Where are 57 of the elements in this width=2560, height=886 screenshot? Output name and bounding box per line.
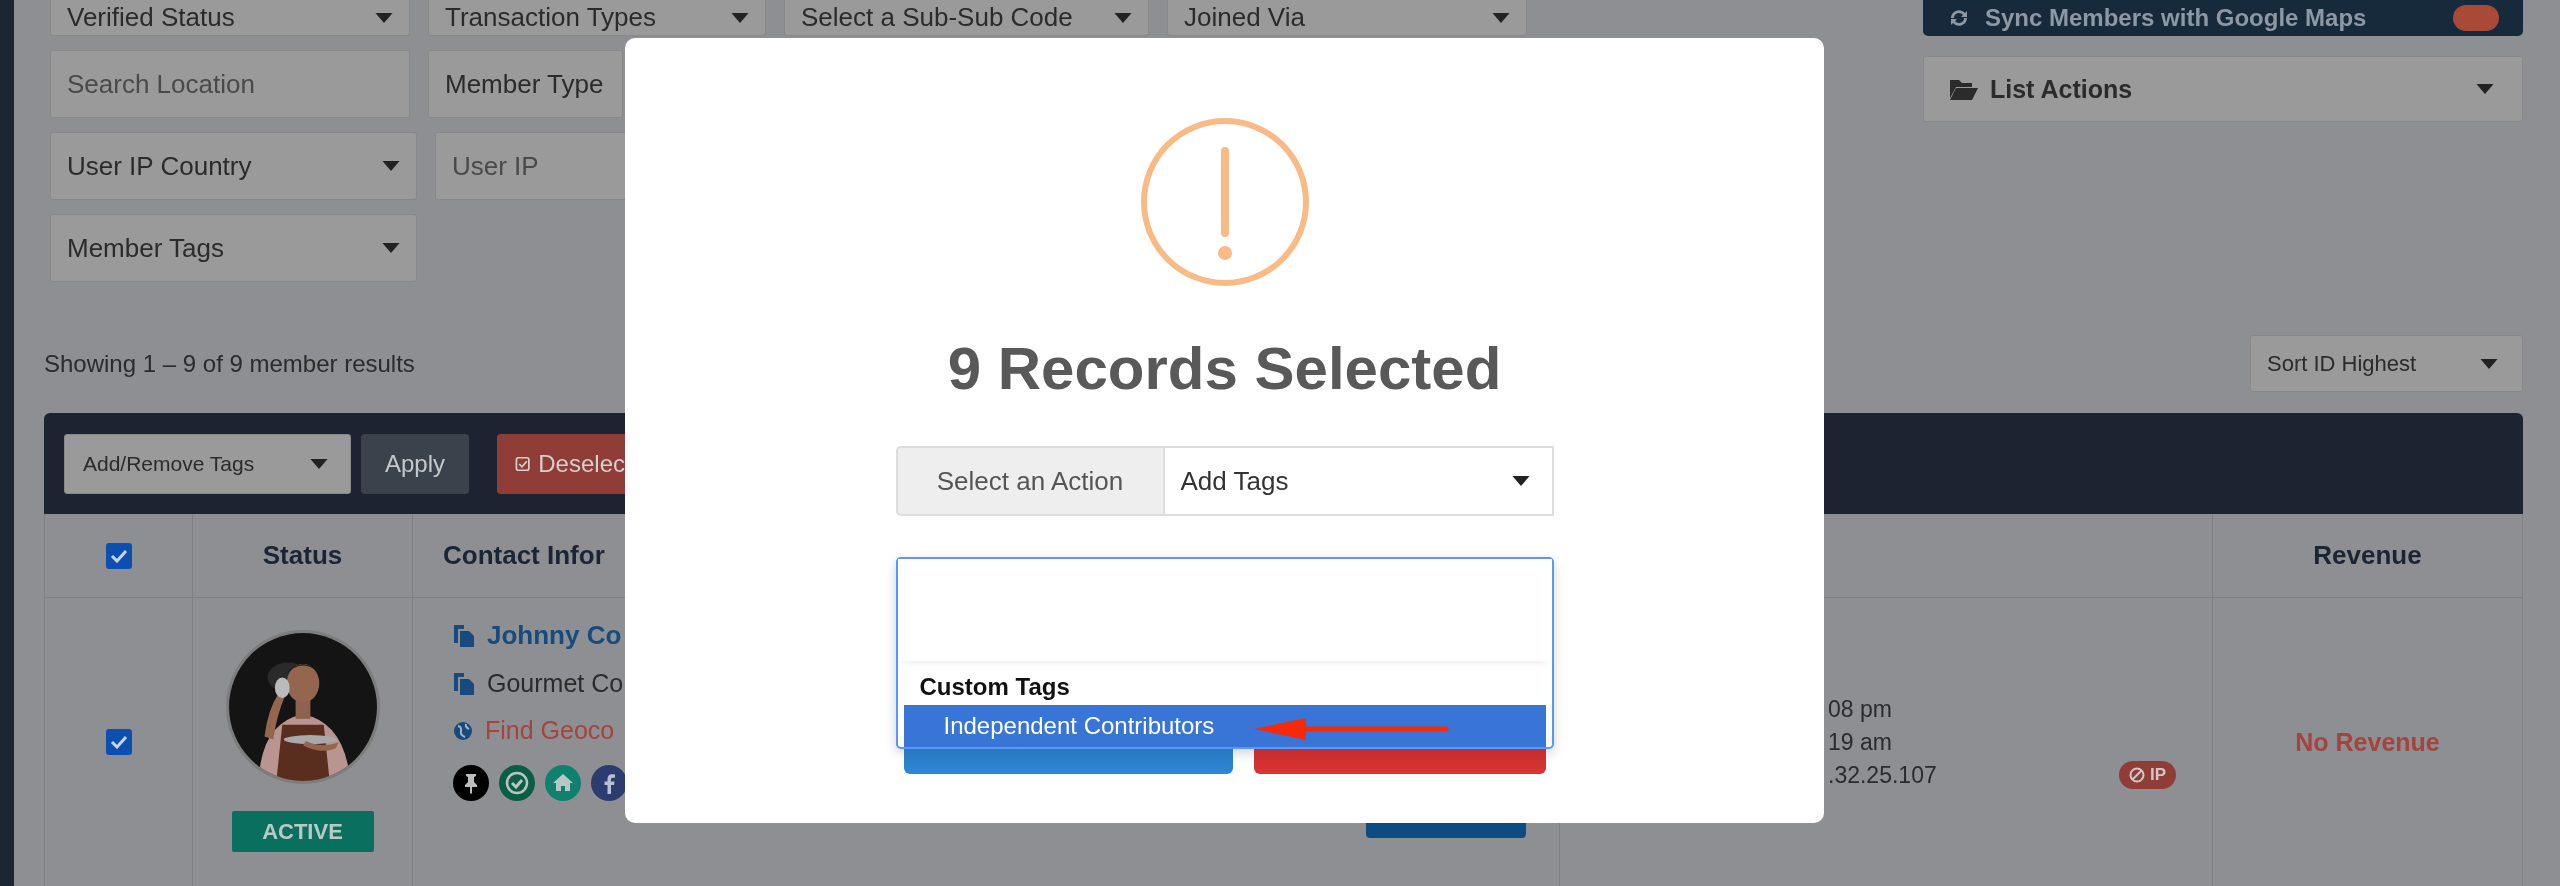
globe-icon	[453, 720, 473, 741]
list-actions-dropdown[interactable]: List Actions	[1923, 56, 2523, 122]
facebook-icon[interactable]	[591, 765, 627, 801]
status-badge: ACTIVE	[231, 811, 374, 852]
checkbox[interactable]	[105, 542, 132, 569]
warning-icon	[1139, 117, 1310, 287]
dropdown-option[interactable]: Independent Contributors	[903, 704, 1546, 747]
home-icon[interactable]	[545, 765, 581, 801]
tag-search-field[interactable]	[897, 559, 1552, 661]
folder-icon	[1950, 78, 1978, 100]
filter-dropdown[interactable]: Member Tags	[50, 214, 417, 282]
company-name: Gourmet Co	[487, 669, 624, 698]
caret-icon	[310, 458, 328, 469]
check-icon	[109, 735, 128, 749]
detail-text: .32.25.107	[1828, 761, 1937, 789]
results-summary: Showing 1 – 9 of 9 member results	[44, 349, 415, 378]
member-name-link[interactable]: Johnny Co	[487, 620, 622, 651]
filter-dropdown[interactable]: Transaction Types	[428, 0, 766, 36]
sync-button[interactable]: Sync Members with Google Maps	[1923, 0, 2523, 36]
caret-icon	[1511, 476, 1530, 486]
caret-icon	[1492, 12, 1510, 23]
option-group-label: Custom Tags	[918, 671, 1071, 702]
action-dropdown[interactable]: Add Tags	[1164, 446, 1554, 516]
sort-dropdown[interactable]: Sort ID Highest	[2250, 335, 2523, 392]
bulk-action-dropdown[interactable]: Add/Remove Tags	[64, 433, 351, 494]
caret-icon	[375, 12, 393, 23]
column-header: Revenue	[2313, 540, 2422, 571]
copy-icon	[453, 671, 475, 696]
pin-icon[interactable]	[453, 765, 489, 801]
check-icon	[109, 548, 128, 563]
deselect-button[interactable]: Deselec	[497, 433, 625, 494]
caret-icon	[382, 161, 400, 171]
detail-text: 08 pm	[1828, 695, 1892, 723]
blocked-icon	[2128, 767, 2145, 783]
filter-dropdown[interactable]: User IP Country	[50, 132, 417, 200]
action-label: Select an Action	[895, 446, 1165, 516]
caret-icon	[2476, 84, 2494, 94]
copy-icon	[453, 623, 475, 648]
column-header: Status	[262, 540, 343, 571]
detail-text: 19 am	[1828, 728, 1892, 756]
ip-blocked-badge: IP	[2118, 761, 2176, 789]
caret-icon	[382, 243, 400, 253]
notification-badge	[2453, 5, 2499, 31]
filter-input[interactable]: Search Location	[50, 50, 410, 118]
caret-icon	[731, 12, 749, 23]
filter-dropdown[interactable]: Member Type	[428, 50, 623, 118]
verified-icon[interactable]	[499, 765, 535, 801]
modal-title: 9 Records Selected	[947, 334, 1502, 404]
filter-dropdown[interactable]: Select a Sub-Sub Code	[784, 0, 1149, 36]
revenue-value: No Revenue	[2295, 727, 2440, 757]
filter-dropdown[interactable]: Joined Via	[1167, 0, 1527, 36]
filter-dropdown[interactable]: Verified Status	[50, 0, 410, 36]
column-header: Contact Infor	[443, 540, 605, 571]
caret-icon	[2480, 358, 2498, 369]
checkbox[interactable]	[105, 729, 132, 755]
apply-button[interactable]: Apply	[361, 433, 469, 494]
caret-icon	[1114, 12, 1132, 23]
